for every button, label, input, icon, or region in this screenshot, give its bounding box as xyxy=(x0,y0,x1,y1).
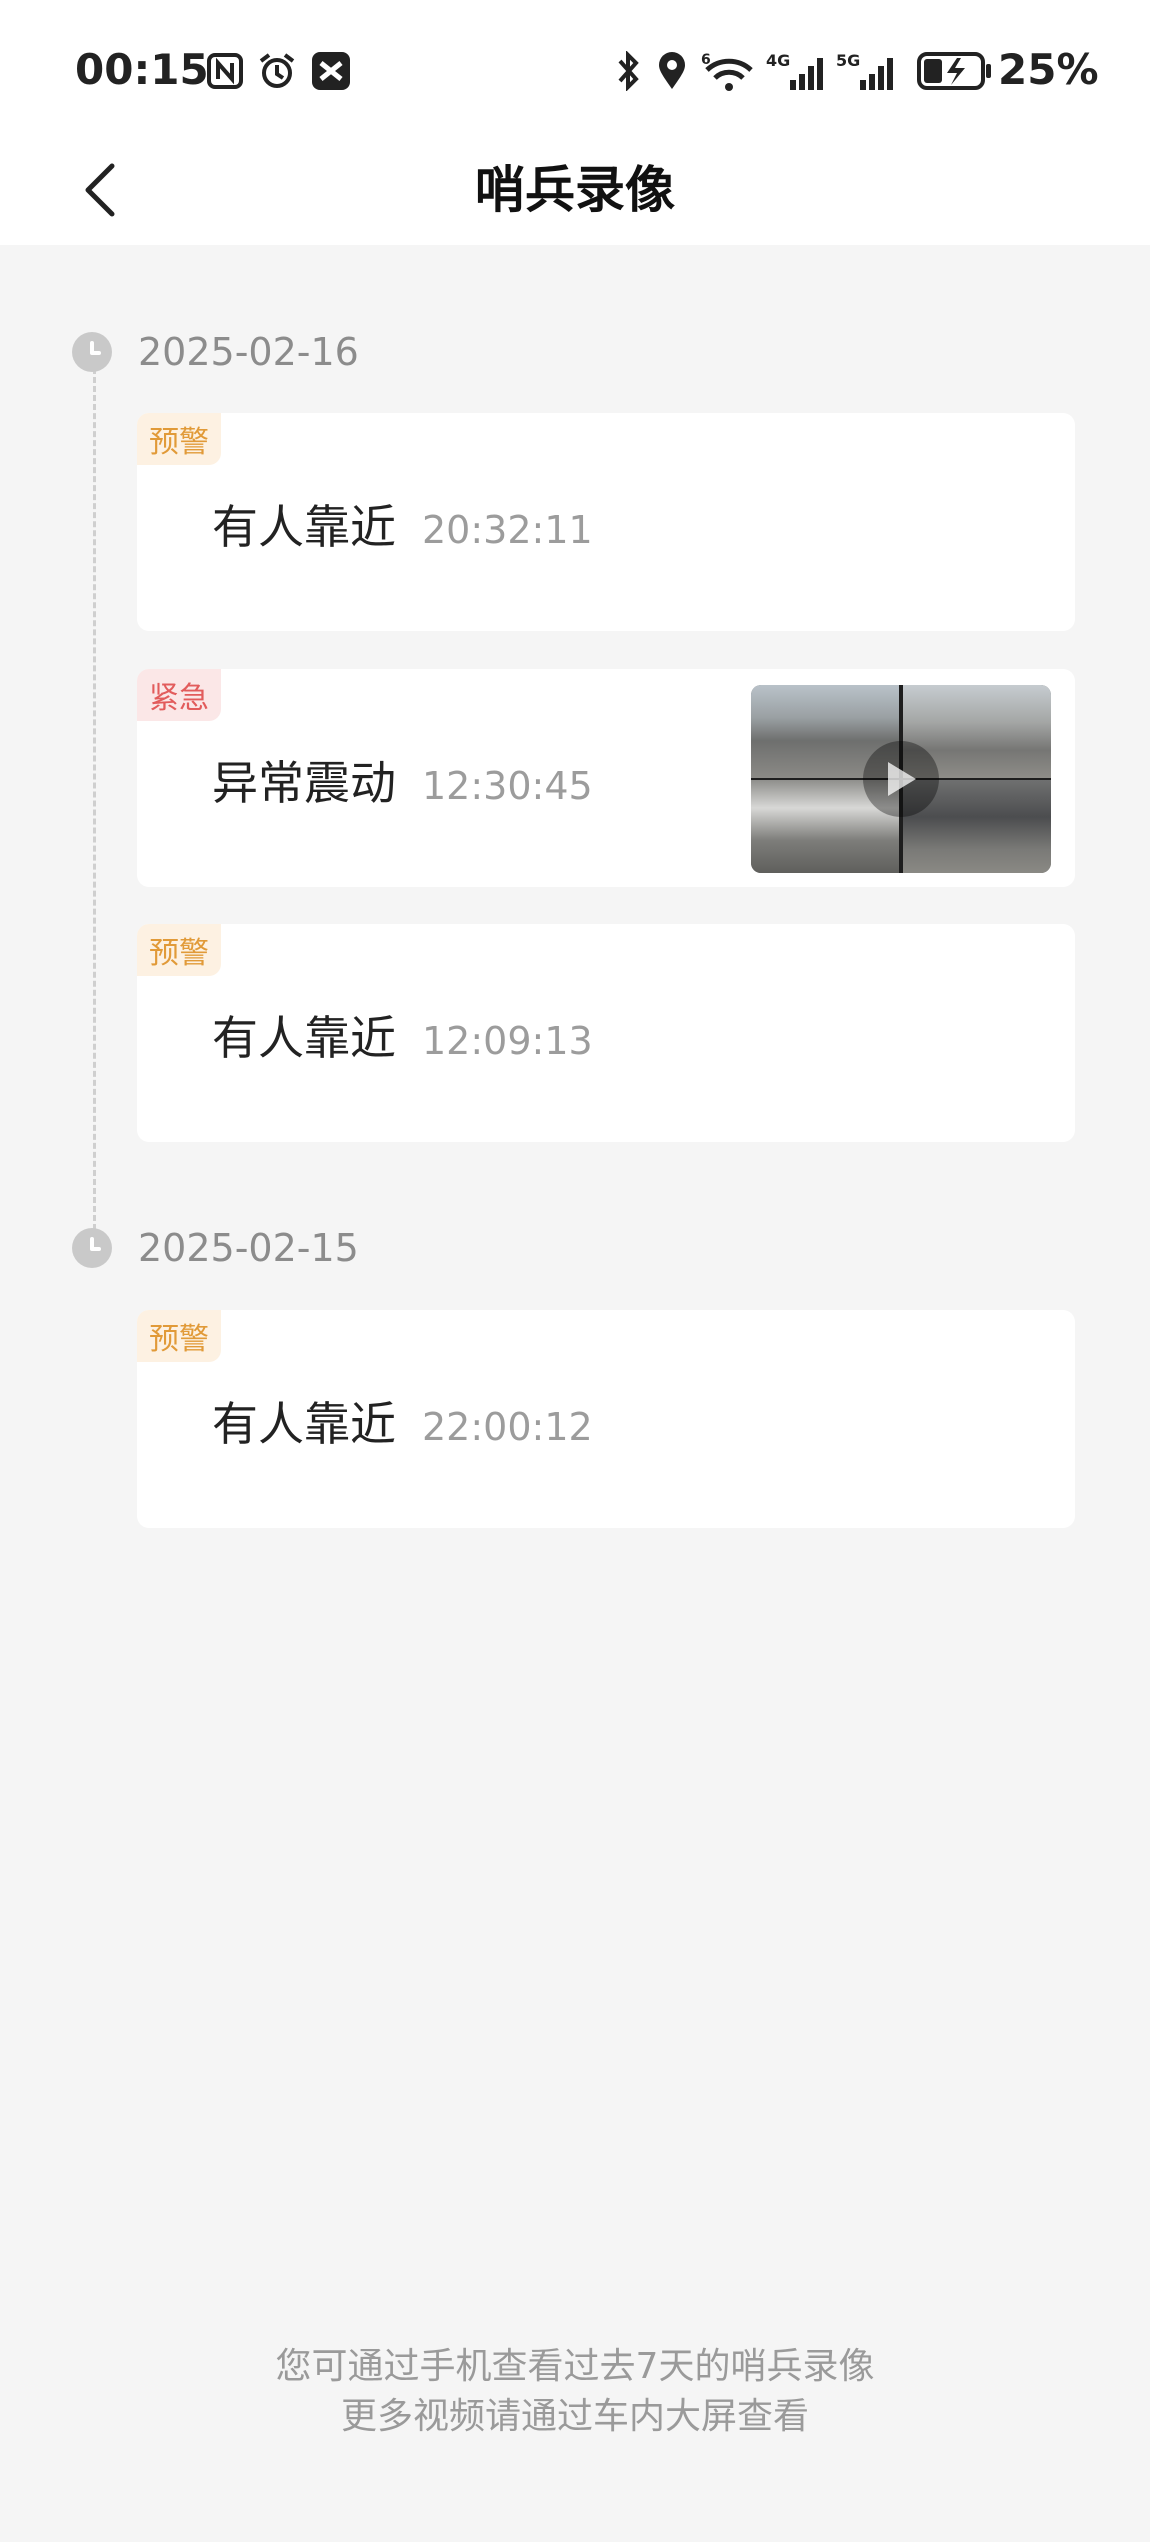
event-time: 20:32:11 xyxy=(422,508,593,552)
4g-label: 4G xyxy=(766,51,790,70)
date-label: 2025-02-15 xyxy=(138,1226,359,1270)
event-name: 有人靠近 xyxy=(212,1397,396,1451)
clock-icon xyxy=(72,332,112,372)
event-time: 12:30:45 xyxy=(422,764,593,808)
status-bar: 00:15 6 4G 5G 25% xyxy=(0,0,1150,150)
urgent-tag: 紧急 xyxy=(137,669,221,721)
event-info: 有人靠近 12:09:13 xyxy=(212,1002,593,1068)
timeline-line xyxy=(93,350,96,1230)
status-time: 00:15 xyxy=(75,45,209,94)
event-card[interactable]: 预警 有人靠近 22:00:12 xyxy=(137,1310,1075,1528)
nfc-icon xyxy=(205,50,245,92)
nav-bar: 哨兵录像 xyxy=(0,130,1150,245)
date-header: 2025-02-16 xyxy=(72,327,359,377)
event-info: 异常震动 12:30:45 xyxy=(212,747,593,813)
location-icon xyxy=(654,50,690,92)
signal-5g-icon: 5G xyxy=(836,50,898,92)
event-info: 有人靠近 22:00:12 xyxy=(212,1388,593,1454)
event-card[interactable]: 紧急 异常震动 12:30:45 xyxy=(137,669,1075,887)
clock-icon xyxy=(72,1228,112,1268)
5g-label: 5G xyxy=(836,51,860,70)
footer-note-line2: 更多视频请通过车内大屏查看 xyxy=(340,2396,809,2437)
date-header: 2025-02-15 xyxy=(72,1223,359,1273)
warning-tag: 预警 xyxy=(137,924,221,976)
event-info: 有人靠近 20:32:11 xyxy=(212,491,593,557)
page-title: 哨兵录像 xyxy=(475,161,675,219)
bluetooth-icon xyxy=(614,50,644,92)
alarm-icon xyxy=(256,50,298,92)
footer-note-line1: 您可通过手机查看过去7天的哨兵录像 xyxy=(275,2346,875,2387)
video-thumbnail[interactable] xyxy=(751,685,1051,873)
date-label: 2025-02-16 xyxy=(138,330,359,374)
battery-percent: 25% xyxy=(998,45,1099,94)
event-name: 有人靠近 xyxy=(212,1011,396,1065)
signal-4g-icon: 4G xyxy=(766,50,828,92)
event-card[interactable]: 预警 有人靠近 12:09:13 xyxy=(137,924,1075,1142)
app-notification-icon xyxy=(310,50,352,92)
warning-tag: 预警 xyxy=(137,413,221,465)
event-card[interactable]: 预警 有人靠近 20:32:11 xyxy=(137,413,1075,631)
event-name: 有人靠近 xyxy=(212,500,396,554)
event-name: 异常震动 xyxy=(212,756,396,810)
event-time: 22:00:12 xyxy=(422,1405,593,1449)
play-icon xyxy=(863,741,939,817)
warning-tag: 预警 xyxy=(137,1310,221,1362)
wifi-icon: 6 xyxy=(700,50,760,92)
event-time: 12:09:13 xyxy=(422,1019,593,1063)
battery-charging-icon xyxy=(916,50,994,92)
